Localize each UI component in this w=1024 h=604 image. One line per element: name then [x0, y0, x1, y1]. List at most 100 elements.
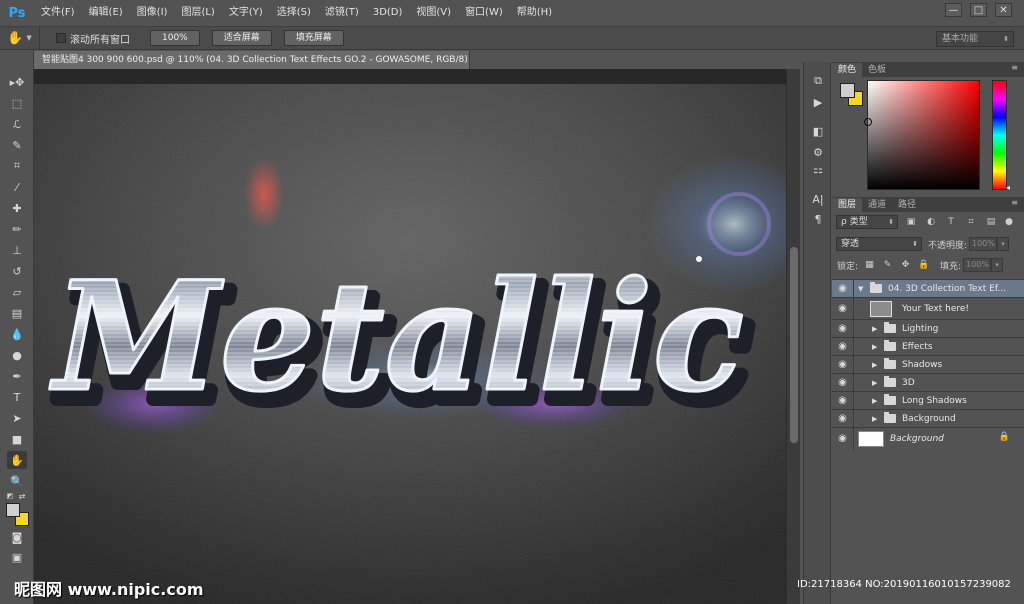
adjustments-icon[interactable]: ◧	[809, 122, 827, 140]
lock-all-icon[interactable]: 🔒	[917, 259, 930, 272]
gradient-tool-icon[interactable]: ▤	[7, 304, 27, 322]
eye-icon[interactable]: ◉	[832, 319, 854, 338]
layer-row[interactable]: ◉ ▶ Long Shadows	[832, 391, 1024, 410]
eye-icon[interactable]: ◉	[832, 355, 854, 374]
history-brush-tool-icon[interactable]: ↺	[7, 262, 27, 280]
chevron-right-icon[interactable]: ▶	[872, 343, 880, 351]
blend-mode-select[interactable]: 穿透 ⬍	[836, 237, 922, 251]
healing-brush-tool-icon[interactable]: ✚	[7, 199, 27, 217]
fill-input[interactable]: 100%	[963, 258, 992, 272]
eye-icon[interactable]: ◉	[832, 373, 854, 392]
layer-row[interactable]: ◉ Background 🔒	[832, 427, 1024, 450]
layer-row[interactable]: ◉ ▼ 04. 3D Collection Text Ef...	[832, 279, 1024, 298]
tab-layers[interactable]: 图层	[832, 198, 863, 212]
minimize-button[interactable]: —	[945, 3, 962, 17]
fill-dropdown-icon[interactable]: ▾	[991, 258, 1004, 272]
zoom-100-button[interactable]: 100%	[150, 30, 200, 46]
marquee-tool-icon[interactable]: ⬚	[7, 94, 27, 112]
canvas-area[interactable]: Metallic Metallic Metallic	[34, 69, 786, 604]
history-icon[interactable]: ⧉	[809, 72, 827, 90]
eye-icon[interactable]: ◉	[832, 297, 854, 320]
screen-mode-icon[interactable]: ▣	[7, 548, 27, 566]
actions-icon[interactable]: ▶	[809, 93, 827, 111]
eye-icon[interactable]: ◉	[832, 427, 854, 450]
shape-filter-icon[interactable]: ⌗	[964, 215, 978, 229]
menu-view[interactable]: 视图(V)	[409, 0, 458, 26]
character-icon[interactable]: A|	[809, 190, 827, 208]
scroll-all-windows-option[interactable]: 滚动所有窗口	[56, 31, 130, 46]
menu-select[interactable]: 选择(S)	[270, 0, 318, 26]
clone-stamp-tool-icon[interactable]: ⊥	[7, 241, 27, 259]
layer-row[interactable]: ◉ ▶ Shadows	[832, 355, 1024, 374]
brush-tool-icon[interactable]: ✏	[7, 220, 27, 238]
eraser-tool-icon[interactable]: ▱	[7, 283, 27, 301]
color-picker-cursor[interactable]	[864, 118, 872, 126]
menu-3d[interactable]: 3D(D)	[366, 0, 410, 26]
paragraph-icon[interactable]: ¶	[809, 210, 827, 228]
chevron-right-icon[interactable]: ▶	[872, 325, 880, 333]
menu-image[interactable]: 图像(I)	[130, 0, 175, 26]
quick-mask-icon[interactable]: ◙	[7, 528, 27, 546]
foreground-color-swatch[interactable]	[6, 503, 20, 517]
eye-icon[interactable]: ◉	[832, 279, 854, 298]
quick-select-tool-icon[interactable]: ✎	[7, 136, 27, 154]
menu-window[interactable]: 窗口(W)	[458, 0, 510, 26]
hue-slider-handle[interactable]: ◂	[1006, 183, 1010, 192]
menu-file[interactable]: 文件(F)	[34, 0, 82, 26]
tab-channels[interactable]: 通道	[862, 198, 892, 212]
tab-paths[interactable]: 路径	[892, 198, 922, 212]
path-select-tool-icon[interactable]: ➤	[7, 409, 27, 427]
opacity-dropdown-icon[interactable]: ▾	[997, 237, 1010, 251]
fit-screen-button[interactable]: 适合屏幕	[211, 30, 272, 46]
layer-row[interactable]: ◉ ▶ Lighting	[832, 319, 1024, 338]
document-tab[interactable]: 智能贴图4 300 900 600.psd @ 110% (04. 3D Col…	[34, 51, 470, 69]
lasso-tool-icon[interactable]: ℒ	[7, 115, 27, 133]
hand-tool-icon[interactable]: ✋	[7, 451, 27, 469]
panel-menu-icon[interactable]: ≡	[1011, 63, 1018, 72]
pixel-filter-icon[interactable]: ▣	[904, 215, 918, 229]
chevron-down-icon[interactable]: ▼	[858, 285, 866, 293]
styles-icon[interactable]: ⚙	[809, 143, 827, 161]
type-tool-icon[interactable]: T	[7, 388, 27, 406]
type-filter-icon[interactable]: T	[944, 215, 958, 229]
move-tool-icon[interactable]: ▸✥	[7, 73, 27, 91]
menu-help[interactable]: 帮助(H)	[510, 0, 559, 26]
hue-slider[interactable]	[992, 80, 1007, 190]
layer-row[interactable]: ◉ Your Text here!	[832, 297, 1024, 320]
tool-preset-picker[interactable]: ✋ ▼	[0, 27, 40, 49]
dodge-tool-icon[interactable]: ●	[7, 346, 27, 364]
adjustment-filter-icon[interactable]: ◐	[924, 215, 938, 229]
layer-kind-select[interactable]: ρ 类型 ⬍	[836, 215, 898, 229]
scroll-all-checkbox[interactable]	[56, 33, 66, 43]
lock-position-icon[interactable]: ✥	[899, 259, 912, 272]
chevron-right-icon[interactable]: ▶	[872, 397, 880, 405]
eye-icon[interactable]: ◉	[832, 391, 854, 410]
rectangle-tool-icon[interactable]: ■	[7, 430, 27, 448]
layer-row[interactable]: ◉ ▶ 3D	[832, 373, 1024, 392]
opacity-input[interactable]: 100%	[969, 237, 998, 251]
layer-row[interactable]: ◉ ▶ Background	[832, 409, 1024, 428]
smart-filter-icon[interactable]: ▤	[984, 215, 998, 229]
panel-menu-icon[interactable]: ≡	[1011, 198, 1018, 207]
eye-icon[interactable]: ◉	[832, 409, 854, 428]
menu-filter[interactable]: 滤镜(T)	[318, 0, 366, 26]
eyedropper-tool-icon[interactable]: ⁄	[7, 178, 27, 196]
close-button[interactable]: ✕	[995, 3, 1012, 17]
menu-layer[interactable]: 图层(L)	[174, 0, 221, 26]
menu-type[interactable]: 文字(Y)	[222, 0, 270, 26]
chevron-right-icon[interactable]: ▶	[872, 361, 880, 369]
properties-icon[interactable]: ⚏	[809, 160, 827, 178]
scrollbar-thumb[interactable]	[790, 247, 798, 443]
tab-swatches[interactable]: 色板	[862, 63, 892, 77]
layer-row[interactable]: ◉ ▶ Effects	[832, 337, 1024, 356]
chevron-right-icon[interactable]: ▶	[872, 379, 880, 387]
crop-tool-icon[interactable]: ⌗	[7, 157, 27, 175]
eye-icon[interactable]: ◉	[832, 337, 854, 356]
blur-tool-icon[interactable]: 💧	[7, 325, 27, 343]
pen-tool-icon[interactable]: ✒	[7, 367, 27, 385]
tab-color[interactable]: 颜色	[832, 63, 863, 77]
lock-transparency-icon[interactable]: ▦	[863, 259, 876, 272]
color-saturation-field[interactable]	[864, 80, 980, 190]
foreground-color-swatch[interactable]	[840, 83, 855, 98]
workspace-select[interactable]: 基本功能 ⬍	[936, 31, 1014, 47]
